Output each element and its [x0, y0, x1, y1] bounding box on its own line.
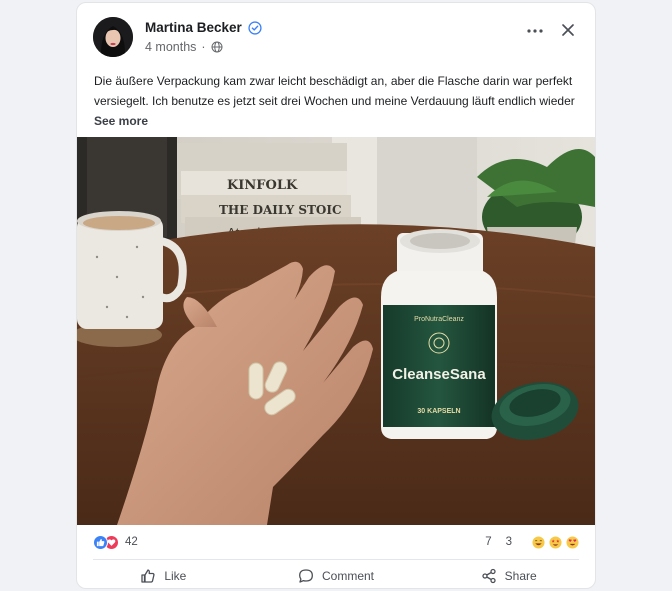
- more-dots-icon: [527, 29, 543, 33]
- post-timestamp[interactable]: 4 months: [145, 40, 196, 54]
- post-photo[interactable]: KINFOLK THE DAILY STOIC Atomic Habits: [77, 137, 595, 525]
- like-button[interactable]: Like: [77, 563, 250, 588]
- share-button[interactable]: Share: [422, 563, 595, 588]
- emoji-reactions: [532, 535, 579, 549]
- book-title-kinfolk: KINFOLK: [227, 178, 298, 193]
- post-body: Die äußere Verpackung kam zwar leicht be…: [94, 71, 584, 131]
- reaction-icons[interactable]: [93, 534, 119, 550]
- thumbs-up-icon: [141, 569, 155, 583]
- globe-icon: [211, 41, 223, 53]
- close-button[interactable]: [559, 21, 577, 39]
- laughing-emoji-icon: [532, 535, 545, 549]
- post-card: Martina Becker 4 months · Die äußere Ver…: [76, 2, 596, 589]
- verified-badge-icon: [248, 20, 262, 35]
- close-icon: [562, 24, 574, 36]
- share-icon: [482, 568, 496, 584]
- like-reaction-icon: [93, 534, 108, 550]
- book-title-daily-stoic: THE DAILY STOIC: [219, 203, 342, 217]
- heart-eyes-emoji-icon: [566, 535, 579, 549]
- comment-bubble-icon: [299, 569, 313, 583]
- bottle-brand-label: ProNutraCleanz: [414, 316, 464, 323]
- post-text: Die äußere Verpackung kam zwar leicht be…: [94, 74, 575, 108]
- supplement-bottle: ProNutraCleanz CleanseSana 30 KAPSELN: [381, 229, 497, 439]
- post-header: Martina Becker 4 months ·: [77, 3, 595, 69]
- more-options-button[interactable]: [525, 23, 545, 39]
- action-divider: [93, 559, 579, 560]
- star-struck-emoji-icon: [549, 535, 562, 549]
- reactions-summary: 42 7 3: [93, 531, 579, 553]
- comment-button[interactable]: Comment: [250, 563, 423, 588]
- meta-separator: ·: [201, 40, 206, 54]
- avatar[interactable]: [93, 17, 133, 57]
- share-count[interactable]: 3: [506, 536, 512, 548]
- author-name[interactable]: Martina Becker: [145, 20, 242, 35]
- reaction-count[interactable]: 42: [125, 536, 138, 548]
- comment-count[interactable]: 7: [485, 536, 491, 548]
- bottle-product-name: CleanseSana: [392, 366, 486, 383]
- post-actions: Like Comment Share: [77, 563, 595, 588]
- share-label: Share: [504, 569, 537, 583]
- comment-label: Comment: [322, 569, 375, 583]
- bottle-capsule-count: 30 KAPSELN: [417, 408, 460, 415]
- see-more-link[interactable]: See more: [94, 111, 584, 131]
- like-label: Like: [164, 569, 187, 583]
